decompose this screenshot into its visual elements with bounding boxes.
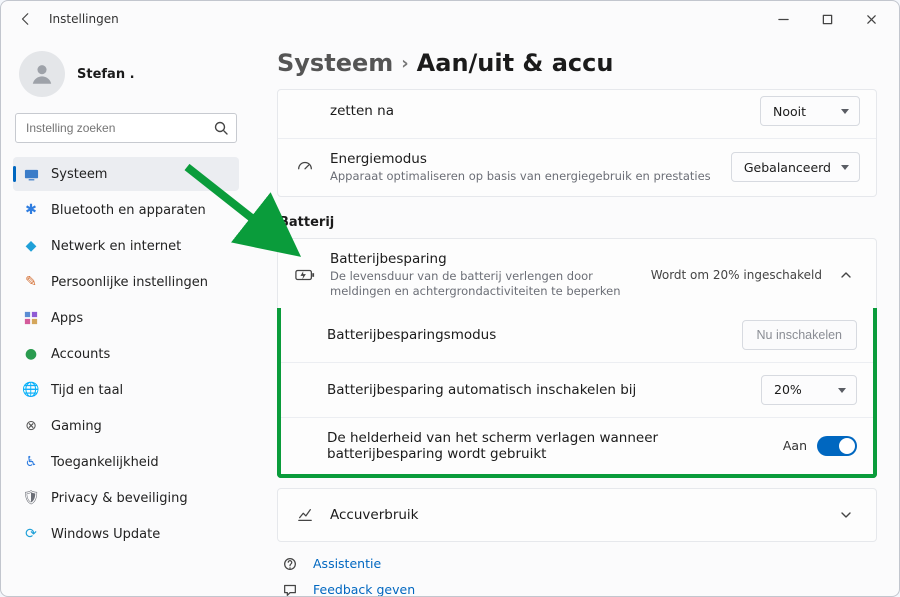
sidebar-item-bluetooth[interactable]: ✱ Bluetooth en apparaten: [13, 193, 239, 227]
search-input[interactable]: [15, 113, 237, 143]
battery-saver-title: Batterijbesparing: [330, 251, 637, 267]
energy-sub: Apparaat optimaliseren op basis van ener…: [330, 169, 717, 184]
sidebar-item-privacy[interactable]: 🛡 Privacy & beveiliging: [13, 481, 239, 515]
sidebar-item-accounts[interactable]: ● Accounts: [13, 337, 239, 371]
battery-auto-select[interactable]: 20%: [761, 375, 857, 405]
wifi-icon: ◆: [23, 238, 39, 254]
energy-row[interactable]: Energiemodus Apparaat optimaliseren op b…: [278, 139, 876, 196]
feedback-icon: [279, 582, 301, 596]
sidebar-item-label: Persoonlijke instellingen: [51, 275, 208, 290]
chevron-down-icon[interactable]: [832, 501, 860, 529]
nav-list: Systeem ✱ Bluetooth en apparaten ◆ Netwe…: [13, 157, 239, 551]
search-box[interactable]: [15, 113, 237, 143]
pencil-icon: ✎: [23, 274, 39, 290]
battery-auto-label: Batterijbesparing automatisch inschakele…: [327, 382, 747, 398]
breadcrumb-current: Aan/uit & accu: [417, 49, 614, 77]
feedback-link[interactable]: Feedback geven: [279, 582, 877, 596]
sidebar-item-update[interactable]: ⟳ Windows Update: [13, 517, 239, 551]
window-title: Instellingen: [49, 12, 119, 26]
battery-saver-sub: De levensduur van de batterij verlengen …: [330, 269, 637, 299]
sleep-select[interactable]: Nooit: [760, 96, 860, 126]
sidebar-item-tijd[interactable]: 🌐 Tijd en taal: [13, 373, 239, 407]
breadcrumb: Systeem › Aan/uit & accu: [277, 49, 877, 77]
sidebar-item-persoonlijke[interactable]: ✎ Persoonlijke instellingen: [13, 265, 239, 299]
accounts-icon: ●: [23, 346, 39, 362]
user-block[interactable]: Stefan .: [13, 45, 239, 111]
sleep-row[interactable]: zetten na Nooit: [278, 90, 876, 139]
battery-saver-expanded: Batterijbesparingsmodus Nu inschakelen B…: [277, 308, 877, 478]
sidebar-item-label: Windows Update: [51, 527, 160, 542]
sidebar-item-gaming[interactable]: ⊗ Gaming: [13, 409, 239, 443]
avatar: [19, 51, 65, 97]
sidebar-item-toegankelijkheid[interactable]: ♿ Toegankelijkheid: [13, 445, 239, 479]
sidebar-item-label: Systeem: [51, 167, 107, 182]
apps-icon: [23, 310, 39, 326]
close-button[interactable]: [849, 4, 893, 34]
update-icon: ⟳: [23, 526, 39, 542]
shield-icon: 🛡: [23, 490, 39, 506]
sidebar-item-systeem[interactable]: Systeem: [13, 157, 239, 191]
sidebar-item-label: Accounts: [51, 347, 110, 362]
sidebar-item-label: Netwerk en internet: [51, 239, 181, 254]
bluetooth-icon: ✱: [23, 202, 39, 218]
battery-section-heading: Batterij: [279, 215, 877, 230]
settings-window: Instellingen Stefan .: [0, 0, 900, 597]
titlebar: Instellingen: [1, 1, 899, 37]
energy-select[interactable]: Gebalanceerd: [731, 152, 860, 182]
sidebar-item-label: Gaming: [51, 419, 102, 434]
battery-usage-card[interactable]: Accuverbruik: [277, 488, 877, 542]
back-button[interactable]: [15, 8, 37, 30]
sidebar-item-label: Bluetooth en apparaten: [51, 203, 206, 218]
sidebar-item-label: Apps: [51, 311, 83, 326]
breadcrumb-parent[interactable]: Systeem: [277, 49, 393, 77]
main-panel: Systeem › Aan/uit & accu zetten na Nooit: [249, 37, 899, 596]
chevron-right-icon: ›: [401, 53, 408, 74]
minimize-button[interactable]: [761, 4, 805, 34]
user-name: Stefan .: [77, 67, 135, 82]
power-mode-icon: [294, 158, 316, 176]
power-card: zetten na Nooit Energiemodus Apparaat op…: [277, 89, 877, 197]
sidebar: Stefan . Systeem ✱ Bluetooth en apparate…: [1, 37, 249, 596]
toggle-state-label: Aan: [783, 438, 807, 453]
battery-usage-label: Accuverbruik: [330, 507, 818, 523]
chart-icon: [294, 507, 316, 523]
sidebar-item-apps[interactable]: Apps: [13, 301, 239, 335]
brightness-toggle[interactable]: [817, 436, 857, 456]
battery-mode-row: Batterijbesparingsmodus Nu inschakelen: [281, 308, 873, 363]
sidebar-item-label: Toegankelijkheid: [51, 455, 159, 470]
sleep-label: zetten na: [330, 103, 746, 119]
help-link[interactable]: Assistentie: [279, 556, 877, 572]
accessibility-icon: ♿: [23, 454, 39, 470]
enable-now-button[interactable]: Nu inschakelen: [742, 320, 857, 350]
maximize-button[interactable]: [805, 4, 849, 34]
footer-links: Assistentie Feedback geven: [277, 556, 877, 596]
sidebar-item-netwerk[interactable]: ◆ Netwerk en internet: [13, 229, 239, 263]
help-icon: [279, 556, 301, 572]
gaming-icon: ⊗: [23, 418, 39, 434]
sidebar-item-label: Privacy & beveiliging: [51, 491, 188, 506]
battery-saver-card: Batterijbesparing De levensduur van de b…: [277, 238, 877, 312]
battery-auto-row: Batterijbesparing automatisch inschakele…: [281, 363, 873, 418]
sidebar-item-label: Tijd en taal: [51, 383, 123, 398]
systeem-icon: [23, 166, 39, 182]
battery-brightness-label: De helderheid van het scherm verlagen wa…: [327, 430, 747, 462]
battery-mode-label: Batterijbesparingsmodus: [327, 327, 728, 343]
battery-saver-icon: [294, 268, 316, 282]
search-icon: [213, 120, 229, 136]
battery-saver-row[interactable]: Batterijbesparing De levensduur van de b…: [278, 239, 876, 311]
battery-brightness-row: De helderheid van het scherm verlagen wa…: [281, 418, 873, 474]
energy-title: Energiemodus: [330, 151, 717, 167]
chevron-up-icon[interactable]: [832, 261, 860, 289]
battery-saver-status: Wordt om 20% ingeschakeld: [651, 268, 822, 282]
globe-icon: 🌐: [23, 382, 39, 398]
window-controls: [761, 4, 893, 34]
